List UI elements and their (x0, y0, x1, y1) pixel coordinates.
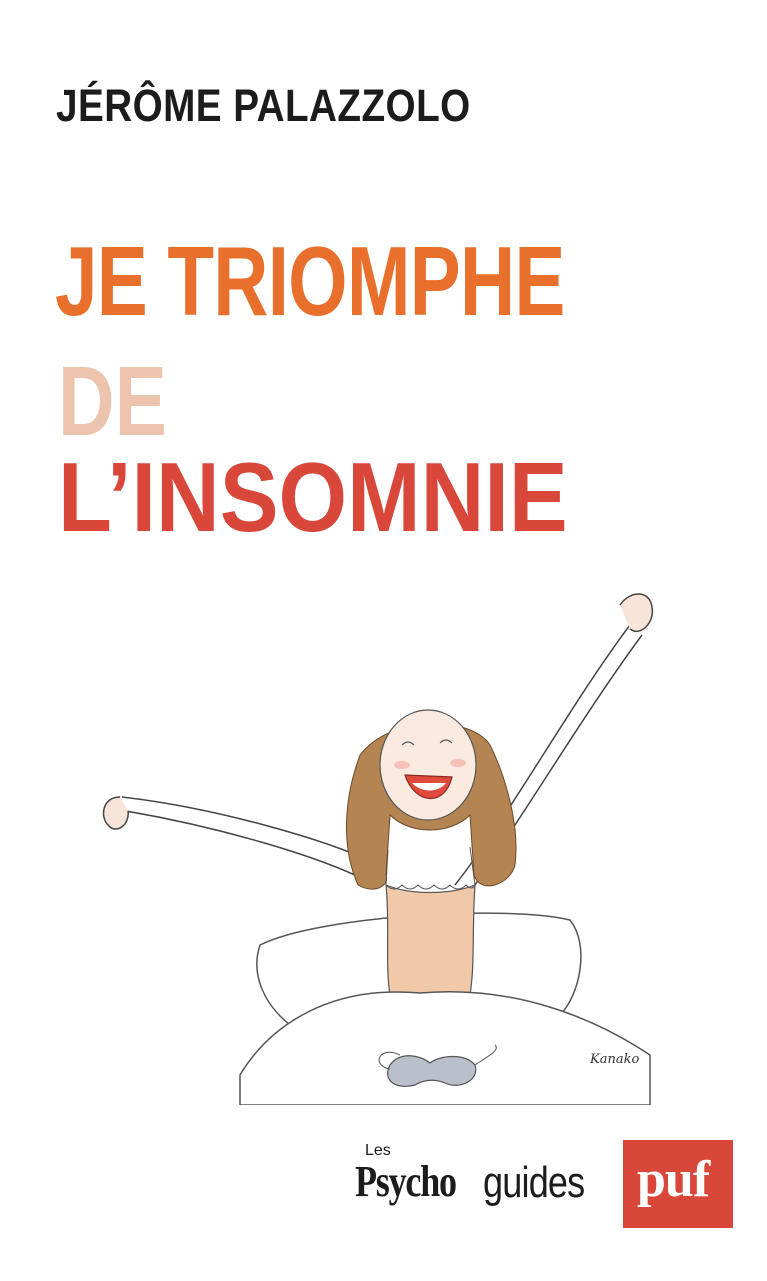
camisole-illustration (385, 884, 476, 996)
illustrator-signature: Kanako (590, 1052, 640, 1067)
series-name-light: guides (483, 1158, 585, 1207)
publisher-logo: puf (623, 1140, 733, 1228)
cover-illustration (102, 593, 654, 1105)
title-line-3: L’INSOMNIE (58, 442, 568, 552)
book-cover: JÉRÔME PALAZZOLO JE TRIOMPHE DE L’INSOMN… (0, 0, 767, 1281)
series-name-bold: Psycho (355, 1157, 457, 1206)
title-line-2: DE (58, 346, 167, 456)
author-name: JÉRÔME PALAZZOLO (56, 80, 471, 131)
publisher-name: puf (637, 1151, 710, 1208)
series-logo: Les Psycho guides (355, 1138, 625, 1228)
title-line-1: JE TRIOMPHE (55, 226, 565, 336)
